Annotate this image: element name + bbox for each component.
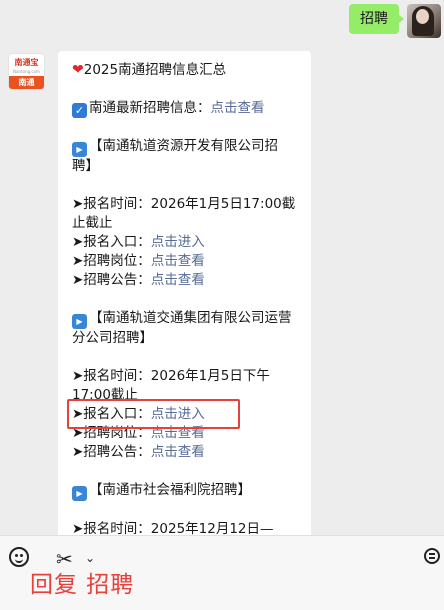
section-1-post: ➤招聘岗位：点击查看 xyxy=(72,253,205,269)
section-1-post-link[interactable]: 点击查看 xyxy=(151,253,205,269)
message-title-line: ❤2025南通招聘信息汇总 xyxy=(72,61,299,80)
section-1-entry: ➤报名入口：点击进入 xyxy=(72,234,205,250)
section-1-entry-link[interactable]: 点击进入 xyxy=(151,234,205,250)
section-1-title-cont: 聘】 xyxy=(72,158,99,174)
section-2-notice: ➤招聘公告：点击查看 xyxy=(72,444,205,460)
heart-icon: ❤ xyxy=(72,62,84,78)
bot-logo-city: 南通 xyxy=(9,76,44,89)
user-message-bubble[interactable]: 招聘 xyxy=(349,4,404,34)
input-toolbar: ✂ ⌄ 回复 招聘 xyxy=(0,535,444,610)
checkbox-icon: ✓ xyxy=(72,103,87,118)
user-avatar[interactable] xyxy=(407,4,441,38)
section-1-time: ➤报名时间：2026年1月5日17:00截 xyxy=(72,196,296,212)
chevron-down-icon[interactable]: ⌄ xyxy=(85,550,95,566)
entry-highlight-box xyxy=(67,399,240,429)
section-1-notice: ➤招聘公告：点击查看 xyxy=(72,272,205,288)
latest-line: ✓ 南通最新招聘信息：点击查看 xyxy=(72,99,299,118)
section-2-title-cont: 分公司招聘】 xyxy=(72,330,153,346)
latest-link[interactable]: 点击查看 xyxy=(211,100,265,116)
scissors-icon[interactable]: ✂ xyxy=(56,549,73,569)
bot-message-bubble: ❤2025南通招聘信息汇总 ✓ 南通最新招聘信息：点击查看 ▶ 【南通轨道资源开发有… xyxy=(58,51,311,546)
reply-hint: 回复 招聘 xyxy=(30,572,135,598)
section-1-time-cont: 止截止 xyxy=(72,215,113,231)
emoji-icon[interactable] xyxy=(9,547,29,567)
play-icon: ▶ xyxy=(72,486,87,501)
user-message-text: 招聘 xyxy=(360,11,388,27)
play-icon: ▶ xyxy=(72,314,87,329)
bot-logo: 南通宝 Nantong.com xyxy=(13,58,40,74)
section-2-time: ➤报名时间：2026年1月5日下午 xyxy=(72,368,270,384)
section-1-title: ▶ 【南通轨道资源开发有限公司招 xyxy=(72,137,299,157)
play-icon: ▶ xyxy=(72,142,87,157)
section-3-title: ▶ 【南通市社会福利院招聘】 xyxy=(72,481,299,501)
section-1-notice-link[interactable]: 点击查看 xyxy=(151,272,205,288)
bot-avatar[interactable]: 南通宝 Nantong.com 南通 xyxy=(8,53,45,90)
chat-bubble-icon[interactable] xyxy=(424,548,440,564)
section-2-notice-link[interactable]: 点击查看 xyxy=(151,444,205,460)
section-2-title: ▶ 【南通轨道交通集团有限公司运营 xyxy=(72,309,299,329)
message-title: 2025南通招聘信息汇总 xyxy=(83,62,227,78)
